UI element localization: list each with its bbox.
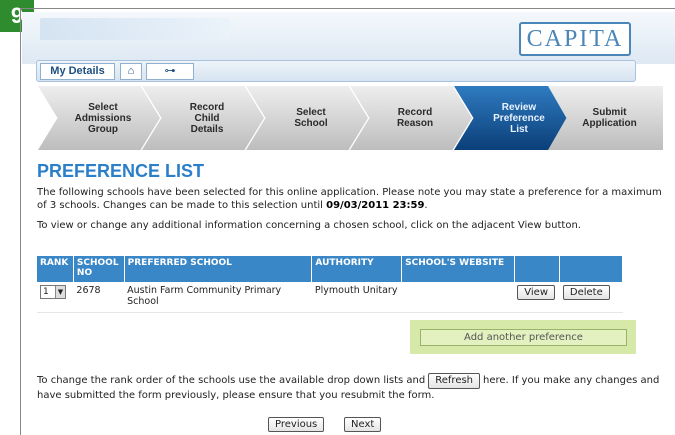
step-label: Record Child Details (189, 101, 225, 135)
website-cell (401, 282, 515, 313)
page-title: PREFERENCE LIST (37, 161, 205, 181)
rank-value: 1 (43, 287, 49, 297)
frame-left-border (20, 8, 21, 435)
intro-end: . (424, 200, 428, 211)
authority-cell: Plymouth Unitary (311, 282, 402, 313)
view-instruction: To view or change any additional informa… (37, 220, 581, 231)
previous-button[interactable]: Previous (268, 417, 325, 432)
progress-steps: Select Admissions Group Record Child Det… (38, 86, 663, 150)
step-label: Review Preference List (493, 101, 545, 135)
rank-instructions: To change the rank order of the schools … (37, 373, 667, 403)
col-school-no: SCHOOL NO (73, 256, 125, 282)
delete-button[interactable]: Delete (562, 285, 610, 300)
refresh-button[interactable]: Refresh (428, 373, 481, 389)
col-view (514, 256, 561, 282)
intro-paragraph: The following schools have been selected… (37, 186, 662, 212)
step-select-admissions-group[interactable]: Select Admissions Group (38, 86, 160, 150)
my-details-button[interactable]: My Details (40, 63, 115, 80)
capita-logo: CAPITA (519, 22, 631, 56)
rank-cell: 1 ▼ (37, 282, 74, 313)
view-cell: View (514, 282, 560, 313)
step-record-child-details[interactable]: Record Child Details (142, 86, 264, 150)
step-label: Select School (294, 107, 328, 129)
frame-top-border (20, 8, 675, 9)
next-button[interactable]: Next (344, 417, 382, 432)
view-button[interactable]: View (517, 285, 555, 300)
delete-cell: Delete (559, 282, 623, 313)
preference-table: RANK SCHOOL NO PREFERRED SCHOOL AUTHORIT… (37, 256, 623, 313)
add-another-preference-button[interactable]: Add another preference (420, 329, 627, 346)
col-school-website: SCHOOL'S WEBSITE (401, 256, 515, 282)
key-icon[interactable]: ⊶ (146, 63, 194, 80)
rank-select[interactable]: 1 ▼ (40, 285, 66, 299)
school-no-cell: 2678 (73, 282, 125, 313)
col-delete (559, 256, 623, 282)
col-authority: AUTHORITY (311, 256, 403, 282)
home-icon[interactable]: ⌂ (120, 63, 142, 80)
school-name-cell: Austin Farm Community Primary School (124, 282, 312, 313)
council-logo (40, 18, 230, 40)
col-rank: RANK (37, 256, 74, 282)
step-label: Record Reason (396, 107, 434, 129)
step-record-reason[interactable]: Record Reason (350, 86, 472, 150)
rank-note-before: To change the rank order of the schools … (37, 375, 426, 386)
table-header-row: RANK SCHOOL NO PREFERRED SCHOOL AUTHORIT… (37, 256, 623, 282)
step-label: Submit Application (582, 107, 637, 129)
col-preferred-school: PREFERRED SCHOOL (124, 256, 313, 282)
step-label: Select Admissions Group (74, 101, 132, 135)
table-row: 1 ▼ 2678 Austin Farm Community Primary S… (37, 282, 623, 313)
step-select-school[interactable]: Select School (246, 86, 368, 150)
deadline: 09/03/2011 23:59 (326, 200, 425, 211)
chevron-down-icon[interactable]: ▼ (55, 286, 65, 298)
